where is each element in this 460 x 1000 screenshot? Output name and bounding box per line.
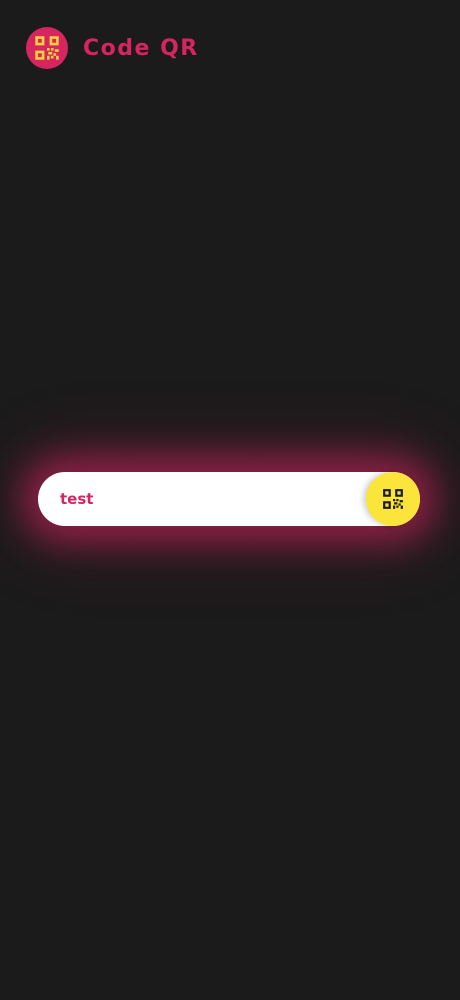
qr-code-icon [382,488,404,510]
app-title: Code QR [83,35,199,61]
qr-text-input[interactable] [38,472,358,526]
app-screen: Code QR [0,0,460,1000]
qr-code-icon [34,35,60,61]
app-header: Code QR [26,26,199,70]
generate-qr-button[interactable] [366,472,420,526]
app-logo [26,27,68,69]
qr-input-bar [38,472,420,526]
